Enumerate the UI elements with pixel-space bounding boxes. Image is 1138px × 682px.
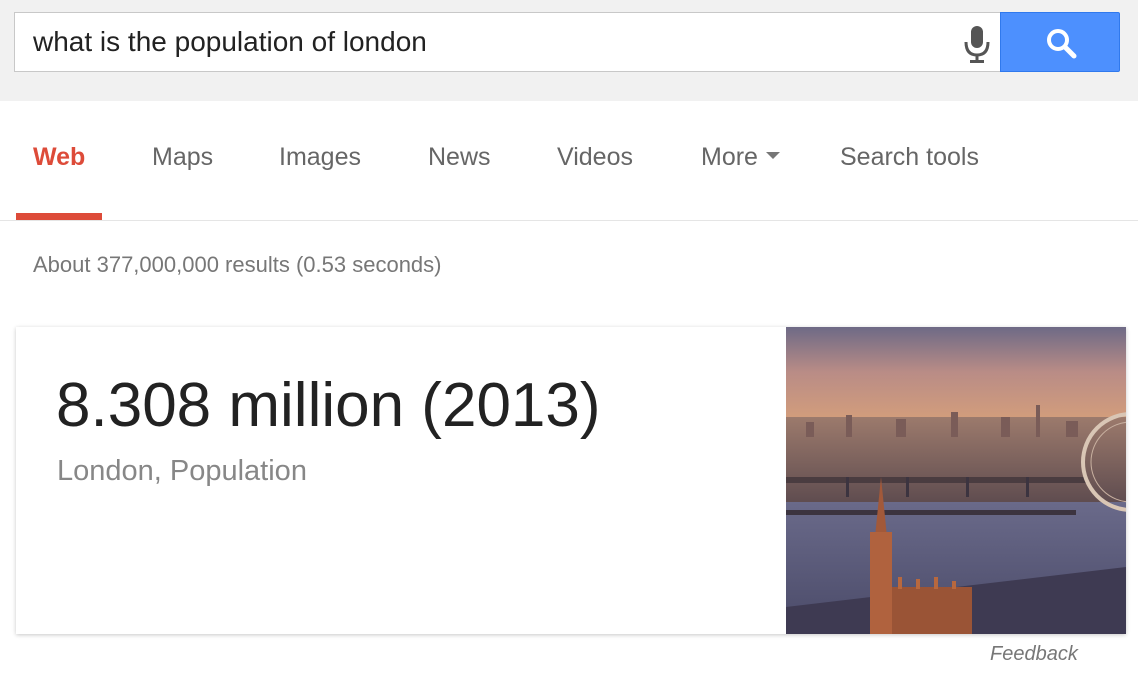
tab-images[interactable]: Images <box>279 143 361 172</box>
london-skyline-image[interactable] <box>786 327 1126 634</box>
search-input[interactable] <box>33 13 933 71</box>
tab-more-label: More <box>701 143 758 171</box>
active-tab-indicator <box>16 213 102 220</box>
feedback-link[interactable]: Feedback <box>990 643 1078 666</box>
answer-value: 8.308 million (2013) <box>56 371 601 440</box>
chevron-down-icon <box>765 151 780 159</box>
search-button[interactable] <box>1000 12 1120 72</box>
tab-videos[interactable]: Videos <box>557 143 633 172</box>
tab-news[interactable]: News <box>428 143 491 172</box>
tab-more[interactable]: More <box>701 143 780 172</box>
microphone-icon[interactable] <box>959 24 995 64</box>
search-tools-button[interactable]: Search tools <box>840 143 979 172</box>
search-tabs: Web Maps Images News Videos More Search … <box>0 101 1138 221</box>
answer-card: 8.308 million (2013) London, Population <box>16 327 1126 634</box>
tab-web[interactable]: Web <box>33 143 85 172</box>
answer-subtitle: London, Population <box>57 455 307 487</box>
tab-maps[interactable]: Maps <box>152 143 213 172</box>
result-stats: About 377,000,000 results (0.53 seconds) <box>33 252 442 277</box>
magnifier-icon <box>1047 29 1077 59</box>
search-box[interactable] <box>14 12 1002 72</box>
